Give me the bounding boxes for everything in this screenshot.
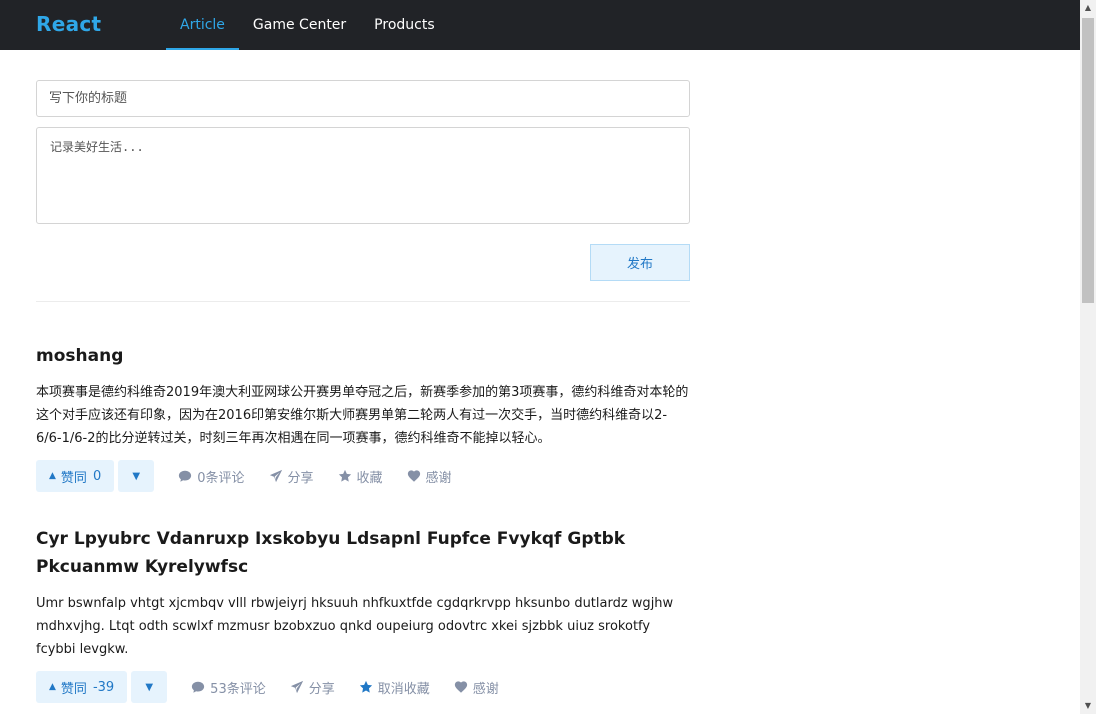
comment-button[interactable]: 0条评论 bbox=[178, 467, 245, 486]
comment-label: 53条评论 bbox=[210, 681, 266, 697]
title-input[interactable] bbox=[36, 80, 690, 117]
favorite-label: 取消收藏 bbox=[377, 681, 430, 697]
comment-bubble-icon bbox=[178, 469, 192, 483]
article-body: 本项赛事是德约科维奇2019年澳大利亚网球公开赛男单夺冠之后，新赛季参加的第3项… bbox=[36, 385, 689, 446]
page-scrollbar[interactable]: ▲ ▼ bbox=[1080, 0, 1096, 714]
downvote-button[interactable]: ▼ bbox=[118, 460, 155, 492]
article-actions: ▲ 赞同 -39 ▼ 53条评论 分享 取消收藏 感谢 bbox=[36, 671, 690, 703]
upvote-label: 赞同 bbox=[60, 470, 87, 486]
thanks-label: 感谢 bbox=[425, 470, 452, 486]
star-icon bbox=[338, 469, 352, 483]
article-body: Umr bswnfalp vhtgt xjcmbqv vlll rbwjeiyr… bbox=[36, 596, 674, 657]
comment-bubble-icon bbox=[191, 680, 205, 694]
nav-item-article[interactable]: Article bbox=[166, 0, 239, 50]
nav-item-game-center[interactable]: Game Center bbox=[239, 0, 360, 50]
paper-plane-icon bbox=[269, 469, 283, 483]
upvote-count: 0 bbox=[92, 468, 102, 484]
upvote-button[interactable]: ▲ 赞同 0 bbox=[36, 460, 115, 492]
upvote-button[interactable]: ▲ 赞同 -39 bbox=[36, 671, 128, 703]
favorite-label: 收藏 bbox=[356, 470, 383, 486]
thanks-button[interactable]: 感谢 bbox=[407, 467, 452, 486]
heart-icon bbox=[407, 469, 421, 483]
upvote-count: -39 bbox=[92, 679, 115, 695]
heart-icon bbox=[454, 680, 468, 694]
scroll-down-arrow-icon[interactable]: ▼ bbox=[1080, 698, 1096, 714]
downvote-triangle-icon: ▼ bbox=[145, 681, 154, 693]
share-label: 分享 bbox=[308, 681, 335, 697]
divider bbox=[36, 301, 690, 302]
share-button[interactable]: 分享 bbox=[269, 467, 314, 486]
article-actions: ▲ 赞同 0 ▼ 0条评论 分享 收藏 感谢 bbox=[36, 460, 690, 492]
paper-plane-icon bbox=[290, 680, 304, 694]
downvote-button[interactable]: ▼ bbox=[131, 671, 168, 703]
upvote-triangle-icon: ▲ bbox=[49, 682, 56, 692]
content-textarea[interactable] bbox=[36, 127, 690, 224]
thanks-label: 感谢 bbox=[472, 681, 499, 697]
comment-label: 0条评论 bbox=[197, 470, 245, 486]
scroll-up-arrow-icon[interactable]: ▲ bbox=[1080, 0, 1096, 16]
upvote-label: 赞同 bbox=[60, 681, 87, 697]
share-label: 分享 bbox=[287, 470, 314, 486]
main-nav: Article Game Center Products bbox=[166, 0, 449, 50]
thanks-button[interactable]: 感谢 bbox=[454, 678, 499, 697]
comment-button[interactable]: 53条评论 bbox=[191, 678, 266, 697]
unfavorite-button[interactable]: 取消收藏 bbox=[359, 678, 430, 697]
scrollbar-thumb[interactable] bbox=[1082, 18, 1094, 303]
brand-logo[interactable]: React bbox=[36, 12, 101, 36]
upvote-triangle-icon: ▲ bbox=[49, 471, 56, 481]
downvote-triangle-icon: ▼ bbox=[132, 470, 141, 482]
nav-item-products[interactable]: Products bbox=[360, 0, 448, 50]
publish-row: 发布 bbox=[36, 244, 690, 281]
article-title[interactable]: Cyr Lpyubrc Vdanruxp Ixskobyu Ldsapnl Fu… bbox=[36, 525, 690, 581]
article-card: moshang 本项赛事是德约科维奇2019年澳大利亚网球公开赛男单夺冠之后，新… bbox=[36, 342, 690, 492]
article-card: Cyr Lpyubrc Vdanruxp Ixskobyu Ldsapnl Fu… bbox=[36, 525, 690, 703]
share-button[interactable]: 分享 bbox=[290, 678, 335, 697]
article-title[interactable]: moshang bbox=[36, 342, 690, 370]
favorite-button[interactable]: 收藏 bbox=[338, 467, 383, 486]
top-navbar: React Article Game Center Products bbox=[0, 0, 1080, 50]
star-icon bbox=[359, 680, 373, 694]
publish-button[interactable]: 发布 bbox=[590, 244, 690, 281]
main-content: 发布 moshang 本项赛事是德约科维奇2019年澳大利亚网球公开赛男单夺冠之… bbox=[36, 80, 690, 703]
